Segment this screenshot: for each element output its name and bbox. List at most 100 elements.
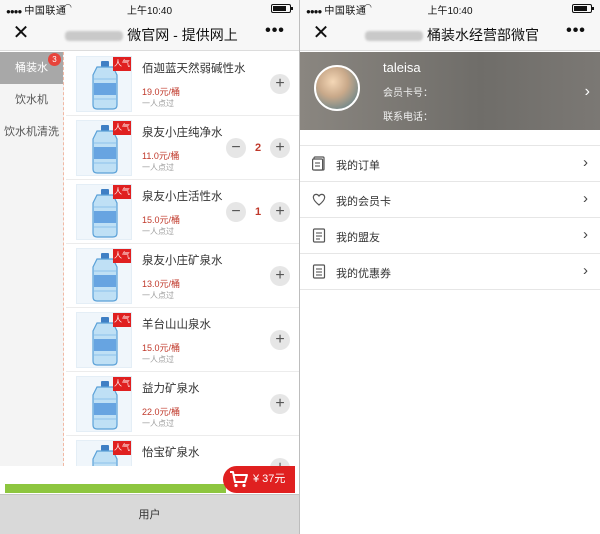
- account-menu: 我的订单 › 我的会员卡 › 我的盟友 › 我的优惠券 ›: [300, 145, 600, 290]
- nav-bar: ✕ 微官网 - 提供网上 •••: [0, 16, 299, 51]
- cart-button[interactable]: ¥ 37元: [223, 466, 295, 493]
- product-item[interactable]: 人气怡宝矿泉水 +: [66, 436, 299, 466]
- hot-tag: 人气: [113, 57, 131, 71]
- product-name: 泉友小庄矿泉水: [142, 255, 223, 267]
- add-to-cart-button[interactable]: +: [270, 266, 290, 286]
- product-name: 佰迦蓝天然弱碱性水: [142, 63, 246, 75]
- cart-bar: ¥ 37元: [0, 466, 299, 494]
- product-image[interactable]: 人气: [76, 184, 132, 240]
- cart-icon: [230, 471, 248, 488]
- more-icon[interactable]: •••: [261, 22, 289, 44]
- nav-bar: ✕ 桶装水经营部微官 •••: [300, 16, 600, 51]
- close-icon[interactable]: ✕: [10, 22, 32, 44]
- product-popularity: 一人点过: [142, 227, 174, 236]
- add-to-cart-button[interactable]: +: [270, 138, 290, 158]
- chevron-right-icon: ›: [583, 262, 588, 279]
- hot-tag: 人气: [113, 121, 131, 135]
- page-title: 桶装水经营部微官: [350, 25, 554, 45]
- blurred-text: [65, 31, 124, 42]
- product-price: 19.0元/桶: [142, 87, 181, 97]
- category-badge: 3: [48, 53, 61, 66]
- product-item[interactable]: 人气 泉友小庄纯净水 11.0元/桶 一人点过 −2 +: [66, 116, 299, 180]
- product-popularity: 一人点过: [142, 99, 174, 108]
- cart-total: ¥ 37元: [253, 473, 286, 485]
- status-bar: ●●●● 中国联通 ◠ 上午10:40: [300, 0, 600, 17]
- product-image[interactable]: 人气: [76, 56, 132, 112]
- product-item[interactable]: 人气 益力矿泉水 22.0元/桶 一人点过 +: [66, 372, 299, 436]
- blurred-text: [365, 31, 423, 42]
- category-sidebar: 桶装水 3 饮水机 饮水机清洗: [0, 52, 64, 466]
- status-bar: ●●●● 中国联通 ◠ 上午10:40: [0, 0, 299, 17]
- decrease-quantity-button[interactable]: −: [226, 138, 246, 158]
- profile-header[interactable]: taleisa 会员卡号： 联系电话： ›: [300, 52, 600, 130]
- left-screen: ●●●● 中国联通 ◠ 上午10:40 ✕ 微官网 - 提供网上 ••• 桶装水 …: [0, 0, 299, 534]
- add-to-cart-button[interactable]: +: [270, 394, 290, 414]
- category-item-bottled-water[interactable]: 桶装水 3: [0, 52, 63, 84]
- order-icon: [312, 156, 325, 171]
- progress-bar: [5, 484, 226, 493]
- product-popularity: 一人点过: [142, 163, 174, 172]
- product-price: 13.0元/桶: [142, 279, 181, 289]
- battery-icon: [271, 4, 293, 13]
- quantity-value: 2: [254, 142, 262, 154]
- product-name: 泉友小庄纯净水: [142, 127, 223, 139]
- quantity-value: 1: [254, 206, 262, 218]
- status-time: 上午10:40: [427, 6, 473, 17]
- product-item[interactable]: 人气 羊台山山泉水 15.0元/桶 一人点过 +: [66, 308, 299, 372]
- hot-tag: 人气: [113, 249, 131, 263]
- product-image[interactable]: 人气: [76, 248, 132, 304]
- product-name: 益力矿泉水: [142, 383, 200, 395]
- hot-tag: 人气: [113, 377, 131, 391]
- product-image[interactable]: 人气: [76, 120, 132, 176]
- product-popularity: 一人点过: [142, 419, 174, 428]
- product-popularity: 一人点过: [142, 291, 174, 300]
- phone-label: 联系电话：: [383, 112, 433, 123]
- chevron-right-icon: ›: [583, 190, 588, 207]
- add-to-cart-button[interactable]: +: [270, 74, 290, 94]
- menu-item-allies[interactable]: 我的盟友 ›: [300, 218, 600, 254]
- page-title: 微官网 - 提供网上: [50, 25, 253, 45]
- product-price: 15.0元/桶: [142, 343, 181, 353]
- product-image[interactable]: 人气: [76, 312, 132, 368]
- product-item[interactable]: 人气 泉友小庄矿泉水 13.0元/桶 一人点过 +: [66, 244, 299, 308]
- chevron-right-icon: ›: [584, 83, 590, 100]
- right-screen: ●●●● 中国联通 ◠ 上午10:40 ✕ 桶装水经营部微官 ••• taleis…: [300, 0, 600, 534]
- list-icon: [312, 228, 326, 243]
- product-list: 人气 佰迦蓝天然弱碱性水 19.0元/桶 一人点过 + 人气 泉友小庄纯净水 11.0元/桶一…: [66, 52, 299, 466]
- product-item[interactable]: 人气 泉友小庄活性水 15.0元/桶 一人点过 −1 +: [66, 180, 299, 244]
- product-image[interactable]: 人气: [76, 376, 132, 432]
- product-name: 怡宝矿泉水: [142, 447, 200, 459]
- category-item-dispenser-cleaning[interactable]: 饮水机清洗: [0, 116, 63, 148]
- product-price: 22.0元/桶: [142, 407, 181, 417]
- chevron-right-icon: ›: [583, 226, 588, 243]
- menu-item-orders[interactable]: 我的订单 ›: [300, 146, 600, 182]
- product-name: 羊台山山泉水: [142, 319, 211, 331]
- tab-user[interactable]: 用户: [0, 494, 299, 534]
- battery-icon: [572, 4, 594, 13]
- add-to-cart-button[interactable]: +: [270, 330, 290, 350]
- add-to-cart-button[interactable]: +: [270, 458, 290, 466]
- username: taleisa: [383, 60, 421, 75]
- close-icon[interactable]: ✕: [310, 22, 332, 44]
- product-name: 泉友小庄活性水: [142, 191, 223, 203]
- decrease-quantity-button[interactable]: −: [226, 202, 246, 222]
- menu-item-coupons[interactable]: 我的优惠券 ›: [300, 254, 600, 290]
- hot-tag: 人气: [113, 185, 131, 199]
- category-item-water-dispenser[interactable]: 饮水机: [0, 84, 63, 116]
- avatar: [314, 65, 360, 111]
- add-to-cart-button[interactable]: +: [270, 202, 290, 222]
- coupon-icon: [312, 264, 326, 279]
- chevron-right-icon: ›: [583, 154, 588, 171]
- more-icon[interactable]: •••: [562, 22, 590, 44]
- status-time: 上午10:40: [126, 6, 173, 17]
- product-price: 11.0元/桶: [142, 151, 180, 161]
- menu-item-member-card[interactable]: 我的会员卡 ›: [300, 182, 600, 218]
- hot-tag: 人气: [113, 313, 131, 327]
- product-item[interactable]: 人气 佰迦蓝天然弱碱性水 19.0元/桶 一人点过 +: [66, 52, 299, 116]
- heart-icon: [312, 193, 326, 206]
- member-card-label: 会员卡号：: [383, 88, 433, 99]
- product-price: 15.0元/桶: [142, 215, 181, 225]
- product-popularity: 一人点过: [142, 355, 174, 364]
- product-image[interactable]: 人气: [76, 440, 132, 466]
- hot-tag: 人气: [113, 441, 131, 455]
